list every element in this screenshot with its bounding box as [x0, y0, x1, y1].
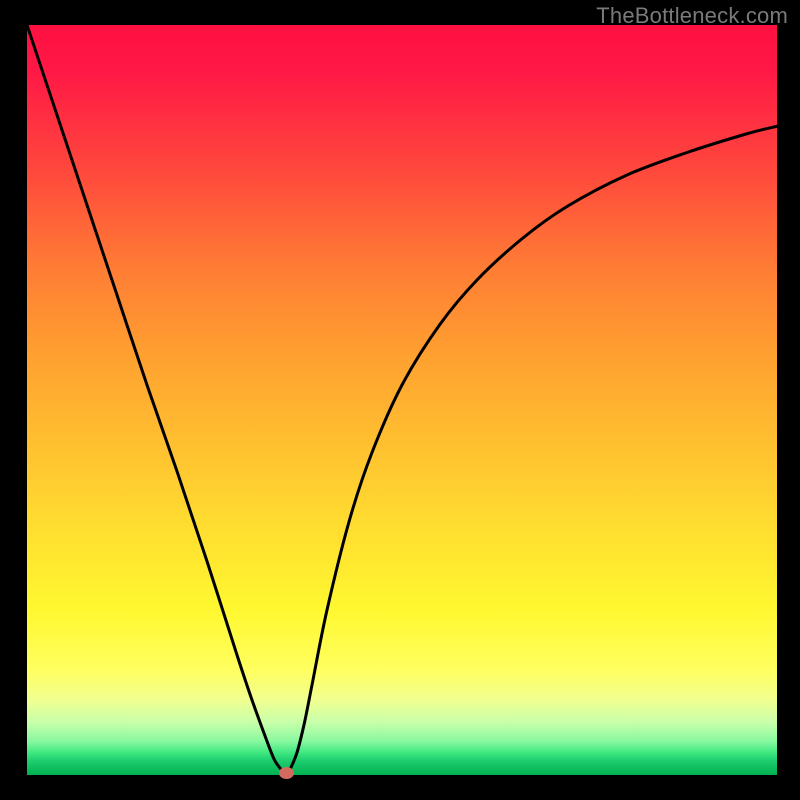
plot-area	[27, 25, 777, 775]
chart-frame: TheBottleneck.com	[0, 0, 800, 800]
curve-line	[27, 25, 777, 775]
watermark-text: TheBottleneck.com	[596, 3, 788, 29]
curve-svg	[27, 25, 777, 775]
optimum-marker	[279, 767, 294, 779]
